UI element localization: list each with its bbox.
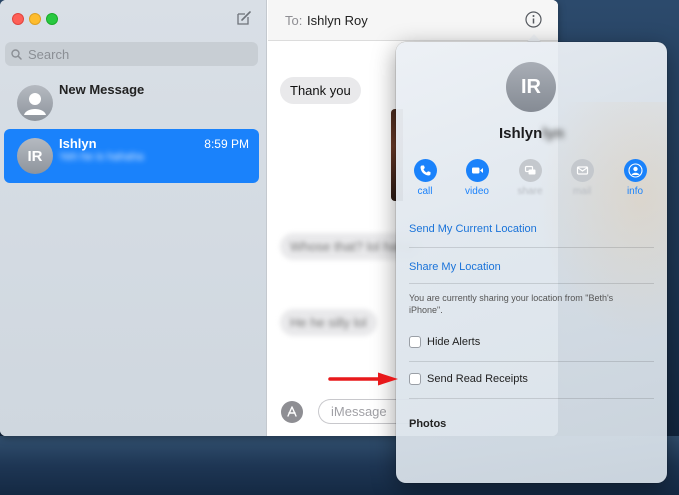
conversation-preview: Yeh he is hahaha bbox=[59, 151, 144, 163]
conversation-ishlyn[interactable]: IR Ishlyn 8:59 PM Yeh he is hahaha bbox=[4, 129, 259, 183]
video-icon bbox=[465, 159, 489, 182]
divider bbox=[409, 247, 654, 248]
read-receipts-checkbox[interactable] bbox=[409, 373, 421, 385]
phone-icon bbox=[413, 159, 437, 182]
hide-alerts-checkbox[interactable] bbox=[409, 336, 421, 348]
avatar bbox=[17, 85, 53, 121]
video-button[interactable]: video bbox=[457, 159, 497, 197]
search-placeholder: Search bbox=[28, 46, 70, 62]
mail-icon bbox=[570, 159, 594, 182]
close-window-button[interactable] bbox=[12, 13, 24, 25]
action-label: mail bbox=[572, 186, 592, 197]
action-label: call bbox=[417, 186, 433, 197]
conversation-time: 8:59 PM bbox=[204, 137, 249, 151]
minimize-window-button[interactable] bbox=[29, 13, 41, 25]
zoom-window-button[interactable] bbox=[46, 13, 58, 25]
mail-button: mail bbox=[562, 159, 602, 197]
read-receipts-row[interactable]: Send Read Receipts bbox=[409, 373, 528, 385]
action-label: video bbox=[465, 186, 489, 197]
read-receipts-label: Send Read Receipts bbox=[427, 373, 528, 385]
divider bbox=[409, 398, 654, 399]
contact-name: Ishlynlyn bbox=[396, 125, 667, 142]
share-location-link[interactable]: Share My Location bbox=[409, 261, 501, 273]
action-label: share bbox=[517, 186, 543, 197]
sidebar: Search New Message IR Ishlyn 8:59 PM Yeh… bbox=[0, 0, 267, 436]
send-location-link[interactable]: Send My Current Location bbox=[409, 223, 537, 235]
recipient-name[interactable]: Ishlyn Roy bbox=[307, 13, 368, 28]
contact-avatar: IR bbox=[506, 62, 556, 112]
info-icon[interactable] bbox=[525, 11, 542, 28]
conversation-name: New Message bbox=[59, 82, 145, 97]
photos-section-title: Photos bbox=[409, 418, 447, 430]
hide-alerts-label: Hide Alerts bbox=[427, 336, 481, 348]
search-icon bbox=[11, 48, 22, 60]
person-silhouette-icon bbox=[24, 93, 46, 115]
conversation-name: Ishlyn bbox=[59, 136, 97, 151]
message-bubble: Thank you bbox=[280, 77, 361, 104]
hide-alerts-row[interactable]: Hide Alerts bbox=[409, 336, 480, 348]
details-popover: IR Ishlynlyn call video share mail info … bbox=[396, 42, 667, 483]
chat-header: To: Ishlyn Roy bbox=[268, 0, 558, 41]
action-label: info bbox=[626, 186, 644, 197]
conversation-new-message[interactable]: New Message bbox=[4, 76, 259, 130]
divider bbox=[409, 283, 654, 284]
contact-name-blurred: lyn bbox=[542, 125, 565, 142]
message-bubble: He he silly lol bbox=[280, 309, 377, 336]
app-store-button[interactable] bbox=[281, 401, 303, 423]
call-button[interactable]: call bbox=[405, 159, 445, 197]
to-label: To: bbox=[285, 13, 303, 28]
app-store-icon bbox=[287, 406, 297, 417]
location-sharing-note: You are currently sharing your location … bbox=[409, 293, 614, 315]
info-button[interactable]: info bbox=[615, 159, 655, 197]
compose-icon[interactable] bbox=[236, 10, 252, 26]
person-icon bbox=[623, 159, 647, 182]
contact-first-name: Ishlyn bbox=[498, 125, 543, 142]
divider bbox=[409, 361, 654, 362]
avatar: IR bbox=[17, 138, 53, 174]
share-screen-icon bbox=[518, 159, 542, 182]
search-field[interactable]: Search bbox=[5, 42, 258, 66]
share-button: share bbox=[510, 159, 550, 197]
annotation-arrow-icon bbox=[328, 372, 398, 386]
